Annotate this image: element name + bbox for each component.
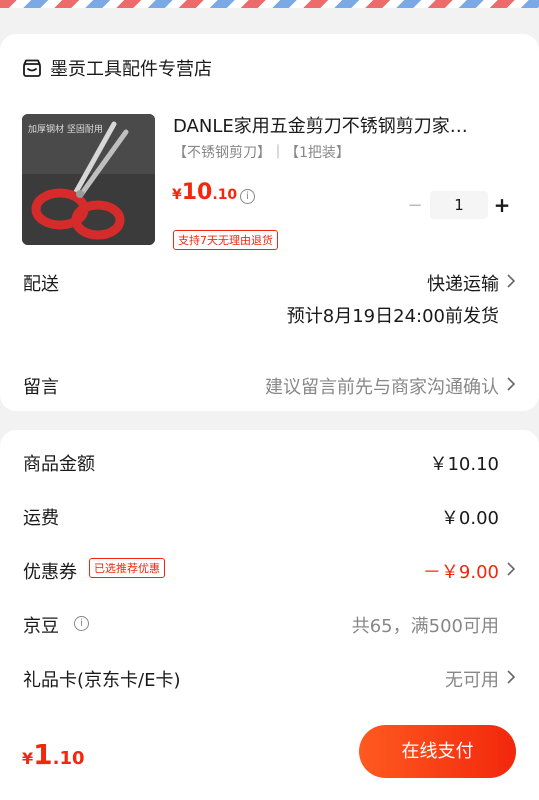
product-price: ¥10.10 bbox=[172, 180, 237, 205]
info-icon[interactable]: i bbox=[74, 616, 89, 631]
coupon-label: 优惠券 bbox=[23, 562, 77, 583]
quantity-stepper: − 1 + bbox=[404, 190, 512, 220]
gift-card-label: 礼品卡(京东卡/E卡) bbox=[23, 670, 181, 691]
shop-name: 墨贡工具配件专营店 bbox=[50, 59, 212, 80]
product-image-caption: 加厚钢材 坚固耐用 bbox=[28, 125, 103, 135]
goods-amount-label: 商品金额 bbox=[23, 454, 95, 475]
chevron-right-icon[interactable] bbox=[507, 274, 515, 288]
order-total: ¥1.10 bbox=[22, 738, 85, 771]
minus-icon[interactable]: − bbox=[404, 195, 426, 216]
chevron-right-icon[interactable] bbox=[507, 562, 515, 576]
info-icon[interactable]: i bbox=[240, 189, 255, 204]
shipping-label: 运费 bbox=[23, 508, 59, 529]
coupon-value[interactable]: －￥9.00 bbox=[423, 558, 499, 584]
shop-header[interactable]: 墨贡工具配件专营店 bbox=[22, 55, 212, 81]
jd-bean-label: 京豆 bbox=[23, 616, 59, 637]
return-policy-badge: 支持7天无理由退货 bbox=[173, 230, 278, 250]
goods-amount-value: ￥10.10 bbox=[429, 454, 499, 475]
total-currency: ¥ bbox=[22, 749, 34, 768]
jd-bean-value: 共65，满500可用 bbox=[351, 616, 499, 637]
delivery-method[interactable]: 快递运输 bbox=[427, 270, 499, 296]
shipping-value: ￥0.00 bbox=[440, 508, 499, 529]
chevron-right-icon[interactable] bbox=[507, 670, 515, 684]
pay-online-button[interactable]: 在线支付 bbox=[359, 725, 516, 778]
total-decimal: .10 bbox=[52, 748, 85, 769]
shop-icon bbox=[22, 58, 42, 78]
delivery-label: 配送 bbox=[23, 274, 59, 295]
order-item-card: 墨贡工具配件专营店 加厚钢材 坚固耐用 DANLE家用五金剪刀不锈钢剪刀家… 【… bbox=[0, 34, 539, 411]
message-input[interactable]: 建议留言前先与商家沟通确认 bbox=[265, 373, 499, 399]
coupon-badge: 已选推荐优惠 bbox=[89, 558, 165, 578]
quantity-input[interactable]: 1 bbox=[430, 191, 488, 219]
message-label: 留言 bbox=[23, 377, 59, 398]
airmail-border bbox=[0, 0, 539, 14]
gift-card-value[interactable]: 无可用 bbox=[445, 666, 499, 692]
product-spec[interactable]: 【不锈钢剪刀】｜【1把装】 bbox=[173, 142, 350, 162]
checkout-bar: ¥1.10 在线支付 bbox=[0, 716, 539, 800]
product-title[interactable]: DANLE家用五金剪刀不锈钢剪刀家… bbox=[173, 112, 508, 138]
delivery-eta: 预计8月19日24:00前发货 bbox=[286, 306, 499, 327]
price-integer: 10 bbox=[181, 180, 213, 205]
price-currency: ¥ bbox=[172, 187, 182, 203]
plus-icon[interactable]: + bbox=[492, 193, 512, 217]
chevron-right-icon[interactable] bbox=[507, 377, 515, 391]
fees-card: 商品金额 ￥10.10 运费 ￥0.00 优惠券 已选推荐优惠 －￥9.00 京… bbox=[0, 430, 539, 730]
price-decimal: .10 bbox=[212, 187, 238, 203]
product-image[interactable]: 加厚钢材 坚固耐用 bbox=[22, 114, 155, 245]
total-integer: 1 bbox=[33, 738, 53, 771]
